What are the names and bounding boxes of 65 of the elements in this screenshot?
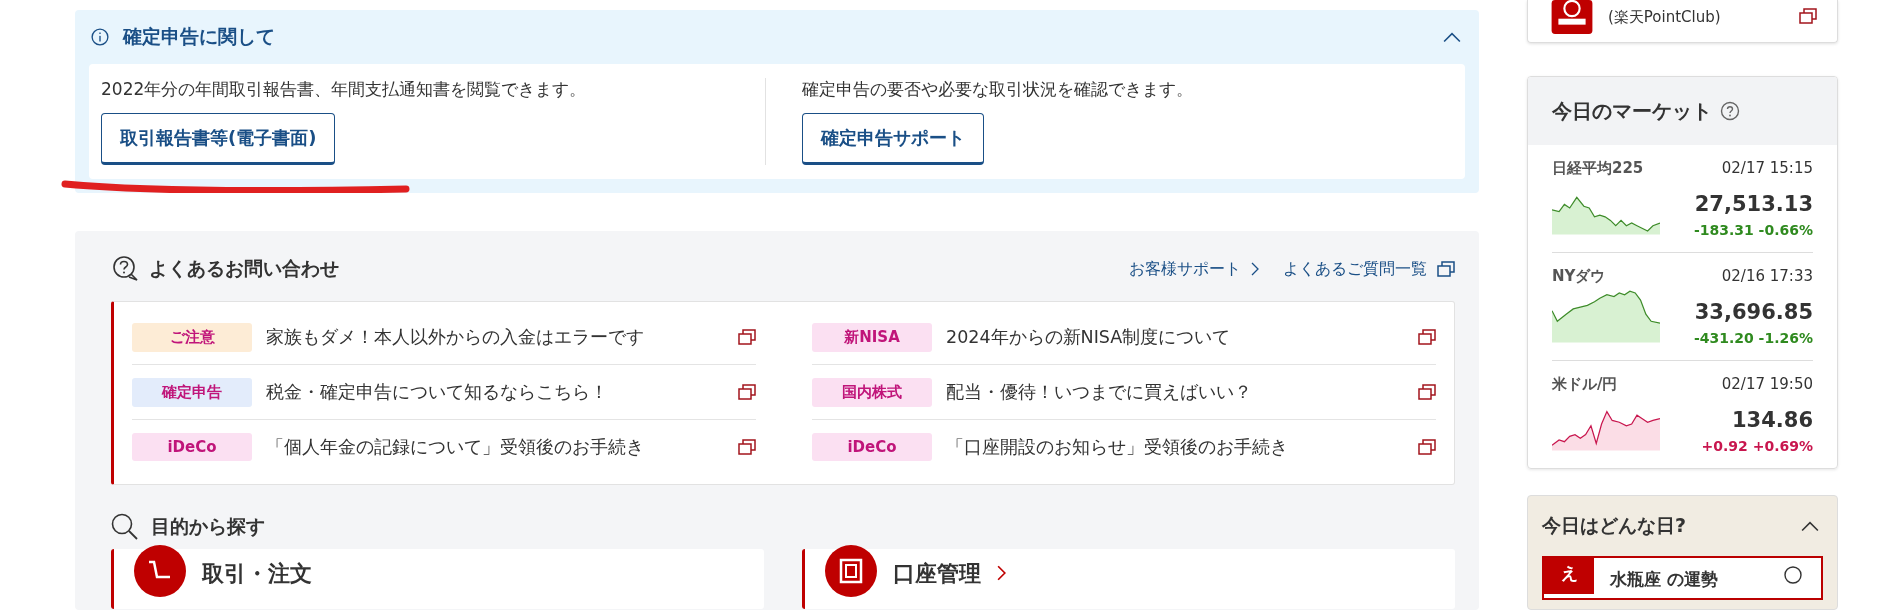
index-name: 米ドル/円 [1552, 375, 1618, 394]
caret-icon[interactable] [1801, 520, 1819, 532]
faq-text: 家族もダメ！本人以外からの入金はエラーです [266, 326, 645, 349]
category-tag: iDeCo [812, 433, 932, 461]
info-icon [91, 28, 109, 46]
faq-item[interactable]: ご注意 家族もダメ！本人以外からの入金はエラーです [132, 310, 756, 365]
notice-text: 2022年分の年間取引報告書、年間支払通知書を閲覧できます。 [101, 78, 587, 101]
point-club-text: (楽天PointClub) [1608, 8, 1722, 27]
point-card[interactable]: (楽天PointClub) [1527, 0, 1838, 43]
external-window-icon [738, 439, 756, 455]
category-tag: iDeCo [132, 433, 252, 461]
market-title: 今日のマーケット [1552, 97, 1712, 125]
category-tag: 確定申告 [132, 377, 252, 407]
faq-item[interactable]: 新NISA 2024年からの新NISA制度について [812, 310, 1436, 365]
search-icon [111, 513, 139, 541]
faq-text: 税金・確定申告について知るならこちら！ [266, 381, 609, 404]
index-change: -431.20 -1.26% [1693, 330, 1813, 346]
category-tag: ご注意 [132, 322, 252, 352]
safe-icon [825, 545, 877, 597]
index-change: -183.31 -0.66% [1693, 222, 1813, 238]
faq-item[interactable]: 国内株式 配当・優待！いつまでに買えばいい？ [812, 365, 1436, 420]
faq-item[interactable]: iDeCo 「個人年金の記録について」受領後のお手続き [132, 420, 756, 474]
faq-text: 2024年からの新NISA制度について [946, 326, 1232, 349]
today-title: 今日はどんな日? [1542, 513, 1687, 538]
faq-text: 「口座開設のお知らせ」受領後のお手続き [946, 436, 1289, 459]
faq-item[interactable]: 確定申告 税金・確定申告について知るならこちら！ [132, 365, 756, 420]
external-window-icon [1418, 384, 1436, 400]
notice-title: 確定申告に関して [123, 24, 276, 49]
caret-icon[interactable] [1443, 31, 1461, 43]
faq-title: よくあるお問い合わせ [149, 256, 339, 281]
index-name: NYダウ [1552, 267, 1606, 286]
chevron-right-icon [997, 565, 1006, 581]
faq-list-link[interactable]: よくあるご質問一覧 [1283, 258, 1427, 280]
side-label: え [1544, 558, 1594, 594]
index-value: 33,696.85 [1694, 300, 1813, 324]
category-label: 口座管理 [893, 560, 981, 588]
external-window-icon [1437, 261, 1455, 277]
external-window-icon [1799, 8, 1817, 24]
category-label: 取引・注文 [202, 560, 312, 588]
faq-item[interactable]: iDeCo 「口座開設のお知らせ」受領後のお手続き [812, 420, 1436, 474]
notice-text: 確定申告の要否や必要な取引状況を確認できます。 [801, 78, 1193, 101]
index-value: 27,513.13 [1694, 192, 1813, 216]
category-tag: 国内株式 [812, 377, 932, 407]
external-window-icon [1418, 329, 1436, 345]
support-link[interactable]: お客様サポート [1129, 258, 1241, 280]
question-bubble-icon [111, 256, 139, 282]
notice-button[interactable]: 確定申告サポート [801, 113, 984, 165]
timestamp: 02/16 17:33 [1721, 267, 1813, 286]
section-title: 目的から探す [151, 514, 265, 539]
faq-text: 「個人年金の記録について」受領後のお手続き [266, 436, 645, 459]
faq-text: 配当・優待！いつまでに買えばいい？ [946, 381, 1253, 404]
timestamp: 02/17 19:50 [1721, 375, 1813, 394]
index-change: +0.92 +0.69% [1701, 438, 1813, 454]
external-window-icon [1418, 439, 1436, 455]
category-tag: 新NISA [812, 322, 932, 352]
external-window-icon [738, 329, 756, 345]
notice-button[interactable]: 取引報告書等(電子書面) [101, 113, 336, 165]
index-name: 日経平均225 [1552, 159, 1644, 178]
external-window-icon [738, 384, 756, 400]
index-value: 134.86 [1731, 408, 1813, 432]
fortune-title: 水瓶座 の運勢 [1610, 568, 1719, 591]
chevron-right-icon [1251, 262, 1259, 276]
fortune-card[interactable]: え 水瓶座 の運勢 [1542, 556, 1823, 600]
timestamp: 02/17 15:15 [1721, 159, 1813, 178]
help-icon[interactable] [1720, 101, 1740, 121]
